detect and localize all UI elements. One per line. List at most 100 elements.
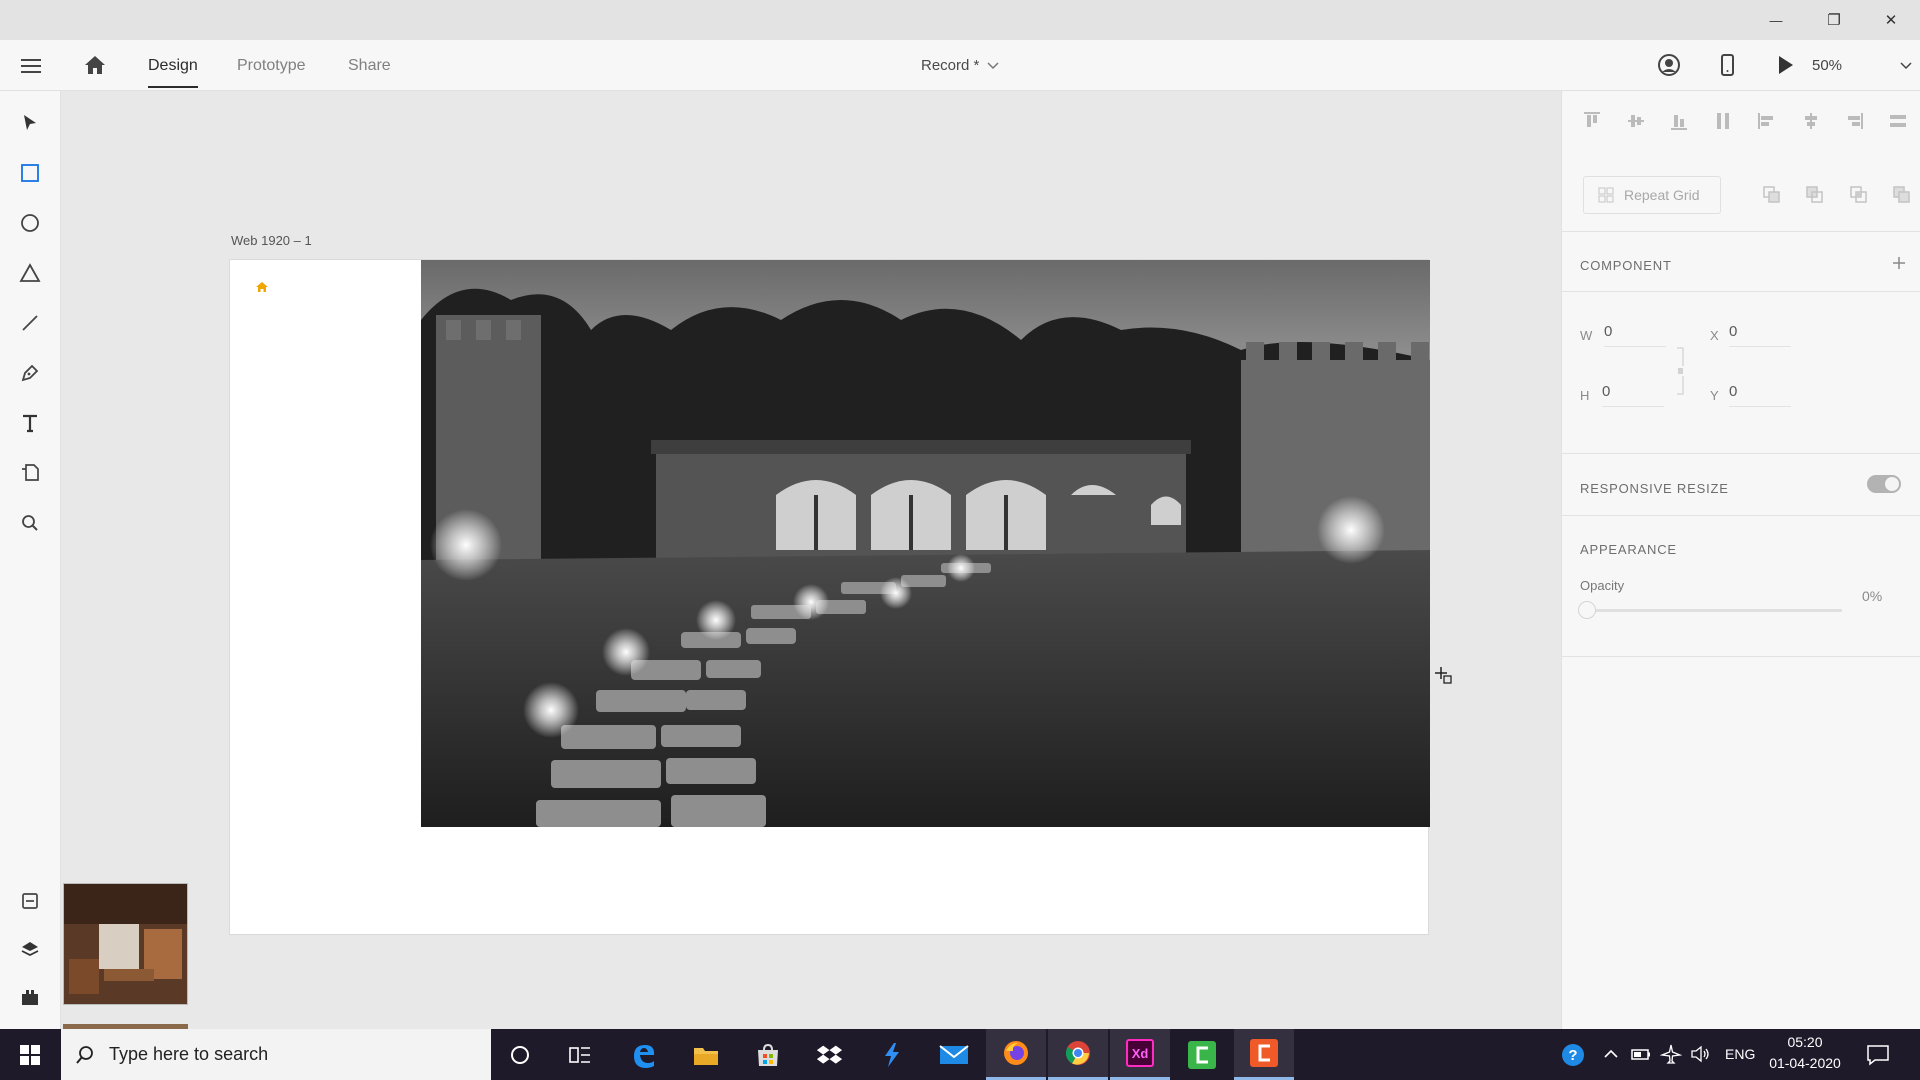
ellipse-icon xyxy=(21,214,39,232)
play-preview-button[interactable] xyxy=(1772,52,1798,78)
home-button[interactable] xyxy=(81,52,109,78)
tab-design[interactable]: Design xyxy=(148,40,198,91)
pinned-app-taskbar-button[interactable] xyxy=(862,1029,922,1080)
assets-panel-button[interactable] xyxy=(10,881,50,921)
opacity-value[interactable]: 0% xyxy=(1862,588,1882,604)
zoom-dropdown[interactable]: 50% xyxy=(1812,40,1912,91)
pen-tool[interactable] xyxy=(10,353,50,393)
help-tray-button[interactable]: ? xyxy=(1560,1042,1586,1068)
search-placeholder: Type here to search xyxy=(109,1044,269,1064)
distribute-vertical-icon[interactable] xyxy=(1711,109,1735,133)
firefox-taskbar-button[interactable] xyxy=(986,1029,1046,1080)
artboard[interactable] xyxy=(229,259,1430,935)
chrome-taskbar-button[interactable] xyxy=(1048,1029,1108,1080)
tab-share[interactable]: Share xyxy=(348,40,391,91)
ellipse-tool[interactable] xyxy=(10,203,50,243)
polygon-tool[interactable] xyxy=(10,253,50,293)
align-middle-icon[interactable] xyxy=(1624,109,1648,133)
height-field[interactable]: 0 xyxy=(1602,383,1664,407)
align-top-icon[interactable] xyxy=(1580,109,1604,133)
width-label: W xyxy=(1580,328,1593,343)
input-language[interactable]: ENG xyxy=(1725,1046,1755,1062)
rectangle-icon xyxy=(21,164,39,182)
dropbox-taskbar-button[interactable] xyxy=(800,1029,860,1080)
x-field[interactable]: 0 xyxy=(1729,323,1791,347)
rectangle-tool[interactable] xyxy=(10,153,50,193)
tab-design-label: Design xyxy=(148,56,198,74)
align-center-icon[interactable] xyxy=(1799,109,1823,133)
add-shapes-icon[interactable] xyxy=(1762,185,1782,205)
align-bottom-icon[interactable] xyxy=(1667,109,1691,133)
chrome-icon xyxy=(1065,1041,1090,1065)
divider xyxy=(1562,231,1920,232)
windows-logo-icon xyxy=(20,1044,40,1065)
volume-tray-button[interactable] xyxy=(1690,1044,1712,1064)
share-user-button[interactable] xyxy=(1656,52,1682,78)
property-inspector: Repeat Grid COMPONENT W 0 X 0 H 0 Y 0 RE… xyxy=(1561,91,1920,1029)
camtasia-recorder-taskbar-button[interactable] xyxy=(1234,1029,1294,1080)
battery-icon xyxy=(1631,1049,1650,1060)
recorder-icon xyxy=(1250,1039,1278,1067)
mail-taskbar-button[interactable] xyxy=(924,1029,984,1080)
mobile-device-icon xyxy=(1721,54,1734,76)
artboard-label[interactable]: Web 1920 – 1 xyxy=(231,233,312,248)
add-component-button[interactable] xyxy=(1889,253,1909,273)
zoom-tool[interactable] xyxy=(10,503,50,543)
y-value: 0 xyxy=(1729,383,1738,400)
start-button[interactable] xyxy=(0,1029,60,1080)
minimize-icon: — xyxy=(1769,12,1783,28)
width-field[interactable]: 0 xyxy=(1604,323,1666,347)
lock-aspect-button[interactable] xyxy=(1675,346,1685,396)
align-right-icon[interactable] xyxy=(1842,109,1866,133)
y-field[interactable]: 0 xyxy=(1729,383,1791,407)
opacity-slider-handle[interactable] xyxy=(1578,601,1596,619)
intersect-shapes-icon[interactable] xyxy=(1849,185,1869,205)
plugins-panel-button[interactable] xyxy=(10,977,50,1017)
taskbar-search-box[interactable]: Type here to search xyxy=(61,1029,491,1080)
distribute-horizontal-icon[interactable] xyxy=(1886,109,1910,133)
hero-image[interactable] xyxy=(421,260,1430,827)
close-button[interactable]: ✕ xyxy=(1863,0,1919,40)
triangle-icon xyxy=(19,263,41,282)
airplane-mode-tray-button[interactable] xyxy=(1659,1044,1683,1064)
adobe-xd-taskbar-button[interactable]: Xd xyxy=(1110,1029,1170,1080)
show-hidden-icons-button[interactable] xyxy=(1602,1045,1620,1063)
select-tool[interactable] xyxy=(10,103,50,143)
tab-prototype[interactable]: Prototype xyxy=(237,40,305,91)
hamburger-menu-button[interactable] xyxy=(18,53,44,79)
folder-icon xyxy=(694,1047,718,1065)
subtract-shapes-icon[interactable] xyxy=(1805,185,1825,205)
battery-tray-button[interactable] xyxy=(1630,1045,1652,1063)
y-label: Y xyxy=(1710,388,1719,403)
minimize-button[interactable]: — xyxy=(1748,0,1804,40)
home-icon xyxy=(85,56,105,74)
action-center-button[interactable] xyxy=(1865,1042,1891,1068)
close-icon: ✕ xyxy=(1884,12,1898,29)
responsive-resize-toggle[interactable] xyxy=(1867,475,1901,493)
x-label: X xyxy=(1710,328,1719,343)
edge-taskbar-button[interactable] xyxy=(614,1029,674,1080)
opacity-slider[interactable] xyxy=(1586,609,1842,612)
exclude-shapes-icon[interactable] xyxy=(1892,185,1912,205)
artboard-tool[interactable] xyxy=(10,453,50,493)
user-circle-icon xyxy=(1658,54,1680,76)
align-left-icon[interactable] xyxy=(1755,109,1779,133)
repeat-grid-button[interactable]: Repeat Grid xyxy=(1583,176,1721,214)
layers-panel-button[interactable] xyxy=(10,929,50,969)
clock[interactable]: 05:20 01-04-2020 xyxy=(1760,1034,1850,1076)
store-taskbar-button[interactable] xyxy=(738,1029,798,1080)
airplane-icon xyxy=(1659,1044,1683,1064)
line-tool[interactable] xyxy=(10,303,50,343)
image-thumbnail[interactable] xyxy=(63,883,188,1005)
divider xyxy=(1562,291,1920,292)
file-explorer-taskbar-button[interactable] xyxy=(676,1029,736,1080)
task-view-button[interactable] xyxy=(550,1029,610,1080)
document-title-dropdown[interactable]: Record * xyxy=(921,40,999,91)
camtasia-taskbar-button[interactable] xyxy=(1172,1029,1232,1080)
responsive-resize-heading: RESPONSIVE RESIZE xyxy=(1580,481,1729,496)
maximize-button[interactable]: ❐ xyxy=(1806,0,1862,40)
home-icon xyxy=(256,282,268,292)
cortana-button[interactable] xyxy=(490,1029,550,1080)
device-preview-button[interactable] xyxy=(1714,52,1740,78)
text-tool[interactable] xyxy=(10,403,50,443)
